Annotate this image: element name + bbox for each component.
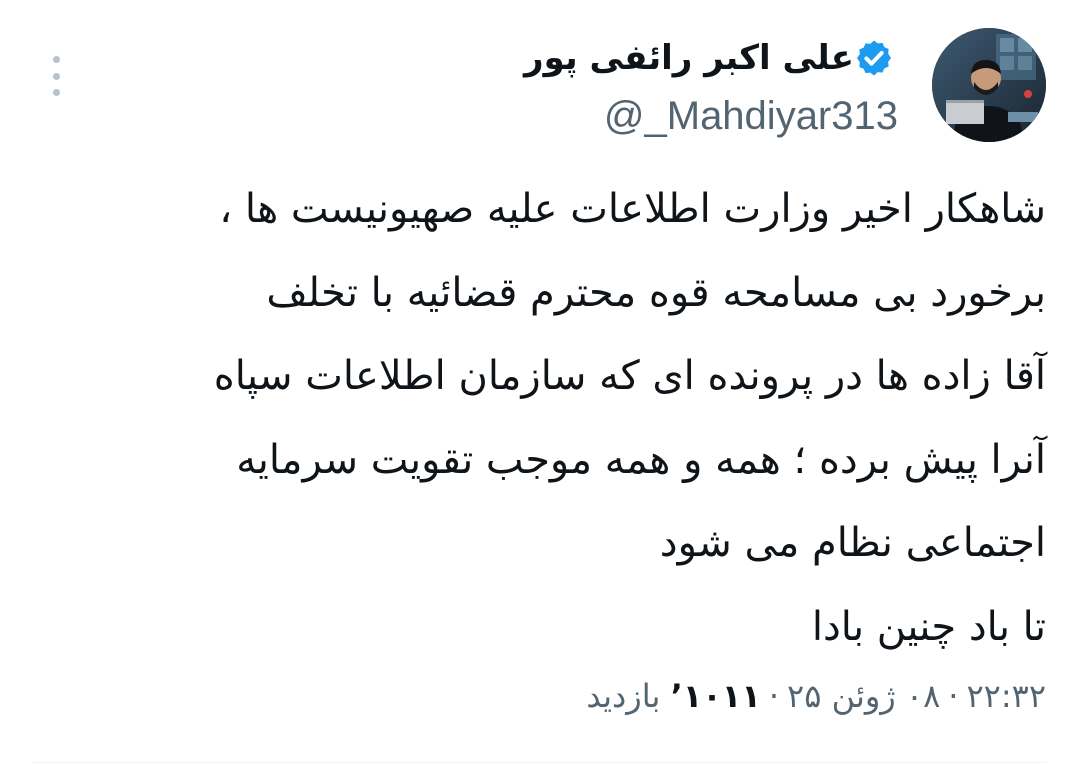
author-name-row[interactable]: علی اکبر رائفی پور bbox=[524, 36, 902, 80]
meta-separator: · bbox=[948, 677, 959, 715]
more-dot bbox=[52, 89, 60, 96]
tweet-text-line: اجتماعی نظام می شود bbox=[659, 520, 1046, 566]
tweet-text-line: تا باد چنین بادا bbox=[811, 603, 1046, 650]
profile-photo-icon bbox=[932, 28, 1046, 142]
views-count: ۱۰۱۱ bbox=[682, 677, 761, 715]
views-count-suffix: ’ bbox=[670, 677, 683, 715]
avatar[interactable] bbox=[932, 28, 1046, 142]
more-options-icon[interactable] bbox=[44, 56, 68, 96]
more-dot bbox=[52, 72, 60, 80]
display-name[interactable]: علی اکبر رائفی پور bbox=[524, 36, 854, 80]
tweet-date[interactable]: ۰۸ ژوئن ۲۵ bbox=[787, 677, 940, 715]
tweet-text-line: آقا زاده ها در پرونده ای که سازمان اطلاع… bbox=[213, 353, 1046, 399]
divider bbox=[32, 762, 1046, 763]
tweet-text-line: شاهکار اخیر وزارت اطلاعات علیه صهیونیست … bbox=[219, 186, 1046, 232]
verified-badge-icon bbox=[854, 38, 894, 78]
more-dot bbox=[52, 56, 60, 63]
tweet-text-line: برخورد بی مسامحه قوه محترم قضائیه با تخل… bbox=[266, 269, 1046, 316]
tweet-meta: ۲۲:۳۲·۰۸ ژوئن ۲۵·۱۰۱۱’ بازدید bbox=[586, 668, 1046, 724]
meta-separator: · bbox=[768, 677, 780, 715]
views-label: بازدید bbox=[586, 677, 661, 715]
tweet-text-line: آنرا پیش برده ؛ همه و همه موجب تقویت سرم… bbox=[236, 436, 1046, 483]
author-handle[interactable]: @_Mahdiyar313 bbox=[604, 92, 898, 140]
tweet-time[interactable]: ۲۲:۳۲ bbox=[966, 677, 1046, 715]
tweet: علی اکبر رائفی پور @_Mahdiyar313 شاهکار … bbox=[0, 0, 1080, 765]
tweet-text: شاهکار اخیر وزارت اطلاعات علیه صهیونیست … bbox=[36, 168, 1046, 669]
